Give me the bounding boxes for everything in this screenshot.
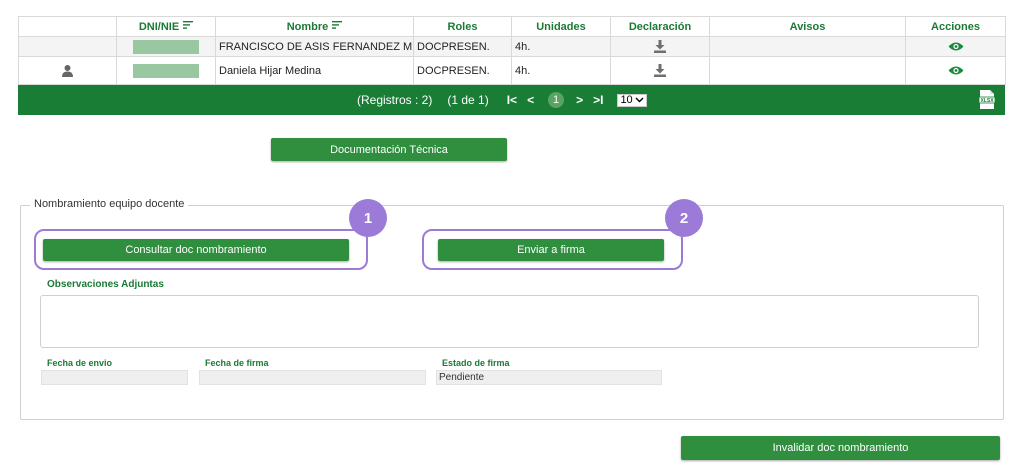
step-badge-1: 1: [349, 199, 387, 237]
xlsx-icon[interactable]: XLSX: [979, 90, 995, 109]
row-icon-cell: [18, 56, 117, 85]
step-badge-2: 2: [665, 199, 703, 237]
avisos-cell: [709, 56, 906, 85]
current-page[interactable]: 1: [548, 92, 565, 108]
col-header-avisos: Avisos: [709, 16, 906, 37]
invalidar-doc-button[interactable]: Invalidar doc nombramiento: [681, 436, 1000, 460]
row-icon-cell: [18, 36, 117, 57]
svg-text:XLSX: XLSX: [980, 98, 994, 104]
sort-icon[interactable]: [332, 20, 343, 29]
table-row[interactable]: FRANCISCO DE ASIS FERNANDEZ MISER DOCPRE…: [18, 36, 1006, 57]
col-header-declaracion: Declaración: [610, 16, 710, 37]
download-icon[interactable]: [653, 64, 667, 77]
col-header-roles: Roles: [413, 16, 512, 37]
unidades-cell: 4h.: [511, 56, 611, 85]
col-header-icon: [18, 16, 117, 37]
user-icon: [62, 64, 73, 77]
rows-per-page-select[interactable]: 10: [617, 93, 647, 107]
estado-firma-field: Pendiente: [436, 370, 662, 385]
col-header-nombre[interactable]: Nombre: [215, 16, 414, 37]
dni-redacted: [133, 63, 199, 78]
acciones-cell: [905, 56, 1006, 85]
section-legend: Nombramiento equipo docente: [30, 198, 189, 210]
sort-icon[interactable]: [183, 20, 194, 29]
last-page-button[interactable]: >I: [593, 93, 603, 107]
col-header-dni-label: DNI/NIE: [138, 20, 180, 33]
dni-cell: [116, 36, 216, 57]
enviar-firma-button[interactable]: Enviar a firma: [438, 239, 664, 261]
col-header-nombre-label: Nombre: [286, 20, 329, 33]
rows-per-page-value: 10: [620, 94, 633, 106]
first-page-button[interactable]: I<: [507, 93, 517, 107]
roles-cell: DOCPRESEN.: [413, 56, 512, 85]
col-header-dni[interactable]: DNI/NIE: [116, 16, 216, 37]
chevron-down-icon: [635, 97, 644, 103]
estado-firma-label: Estado de firma: [442, 358, 510, 368]
next-page-button[interactable]: >: [576, 93, 583, 107]
page-count: (1 de 1): [447, 93, 489, 107]
acciones-cell: [905, 36, 1006, 57]
avisos-cell: [709, 36, 906, 57]
nombre-cell: Daniela Hijar Medina: [215, 56, 414, 85]
col-header-unidades: Unidades: [511, 16, 611, 37]
dni-cell: [116, 56, 216, 85]
fecha-envio-label: Fecha de envio: [47, 358, 113, 368]
col-header-acciones: Acciones: [905, 16, 1006, 37]
fecha-firma-field: [199, 370, 426, 385]
eye-icon[interactable]: [948, 65, 964, 76]
fecha-envio-field: [41, 370, 188, 385]
observaciones-label: Observaciones Adjuntas: [47, 279, 164, 290]
download-icon[interactable]: [653, 40, 667, 53]
declaracion-cell: [610, 36, 710, 57]
pagination-bar: (Registros : 2) (1 de 1) I< < 1 > >I 10 …: [18, 85, 1005, 115]
roles-cell: DOCPRESEN.: [413, 36, 512, 57]
observaciones-textarea[interactable]: [40, 295, 979, 348]
personal-table: DNI/NIE Nombre Roles Unidades Declaració…: [18, 16, 1006, 85]
table-header-row: DNI/NIE Nombre Roles Unidades Declaració…: [18, 16, 1006, 37]
record-count: (Registros : 2): [357, 93, 433, 107]
declaracion-cell: [610, 56, 710, 85]
documentacion-tecnica-button[interactable]: Documentación Técnica: [271, 138, 507, 161]
pagination-controls: (Registros : 2) (1 de 1) I< < 1 > >I 10: [357, 85, 647, 115]
unidades-cell: 4h.: [511, 36, 611, 57]
nombre-cell: FRANCISCO DE ASIS FERNANDEZ MISER: [215, 36, 414, 57]
consultar-doc-button[interactable]: Consultar doc nombramiento: [43, 239, 349, 261]
eye-icon[interactable]: [948, 41, 964, 52]
table-row[interactable]: Daniela Hijar Medina DOCPRESEN. 4h.: [18, 56, 1006, 85]
dni-redacted: [133, 39, 199, 54]
prev-page-button[interactable]: <: [527, 93, 534, 107]
fecha-firma-label: Fecha de firma: [205, 358, 269, 368]
